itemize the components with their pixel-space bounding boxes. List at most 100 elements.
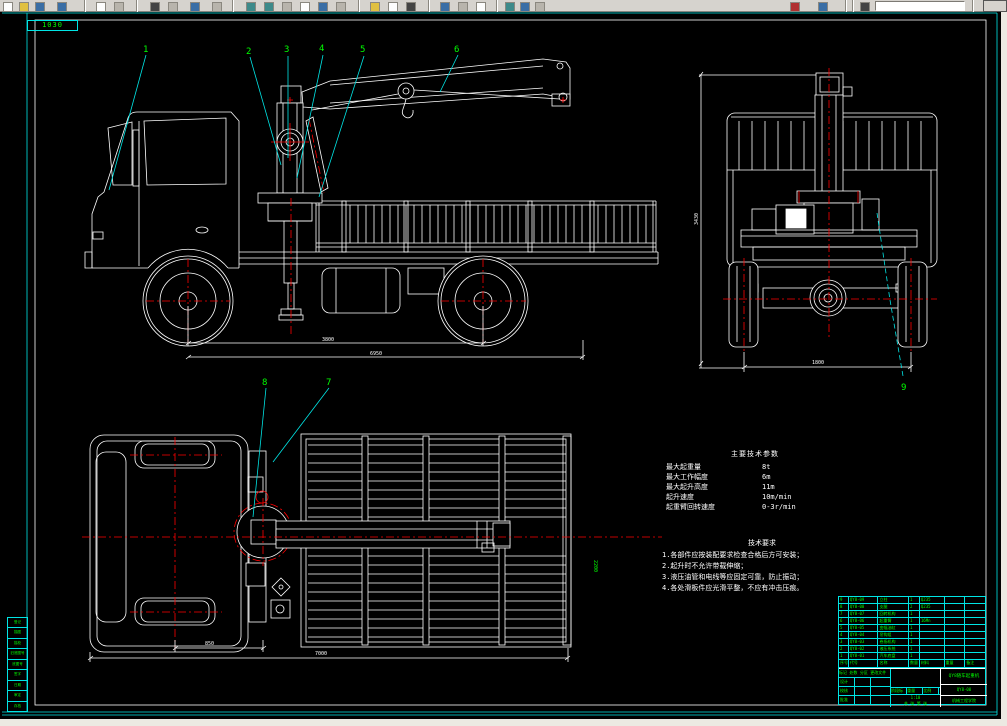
zoom-realtime-icon[interactable] (300, 2, 310, 12)
redo-icon[interactable] (264, 2, 274, 12)
linetype-icon[interactable] (388, 2, 398, 12)
part-label-6: 6 (454, 45, 459, 55)
bom-code: QY8-09 (849, 597, 879, 603)
parameter-row: 最大起升高度 11m (666, 482, 844, 492)
toolbar-separator (972, 0, 974, 12)
layer-combobox[interactable] (875, 1, 965, 11)
signature-label: 校核 (839, 687, 855, 695)
product-name: QY8随车起重机 (941, 669, 987, 685)
color-icon[interactable] (406, 2, 416, 12)
designcenter-icon[interactable] (458, 2, 468, 12)
bom-row: 9 QY8-09 立柱 1 Q235 (839, 597, 985, 604)
bom-header-cell: 名称 (878, 660, 910, 667)
binding-row: 日期 (8, 681, 27, 692)
stage-label: 比例 (923, 688, 940, 694)
signature-cell (855, 696, 871, 704)
parameter-value: 6m (762, 473, 771, 481)
bom-material (920, 632, 945, 638)
bom-name: 卷扬机构 (878, 639, 910, 645)
organization-name: 机械工程学院 (952, 698, 976, 703)
partial-toolbar-button[interactable] (983, 0, 1007, 12)
tool-palettes-icon[interactable] (476, 2, 486, 12)
bom-header-cell: 序号 (840, 660, 849, 667)
bom-code: QY8-01 (849, 653, 879, 659)
toolbar-separator (358, 0, 360, 12)
bom-name: 支腿 (878, 604, 910, 610)
window-edge-right (1001, 0, 1007, 726)
bom-row: 6 QY8-06 起重臂 1 16Mn (839, 618, 985, 625)
parameter-value: 8t (762, 463, 771, 471)
properties-icon[interactable] (440, 2, 450, 12)
bom-row: 4 QY8-04 吊钩组 1 (839, 632, 985, 639)
parameter-label: 最大起升高度 (666, 483, 708, 491)
bom-row: 5 QY8-05 变幅油缸 1 (839, 625, 985, 632)
bom-name: 立柱 (878, 597, 910, 603)
sheet-zone-label: 1030 (42, 21, 63, 29)
toolbar-separator (84, 0, 86, 12)
sheet-zone-label-box: 1030 (27, 20, 78, 31)
parameter-label: 最大起重量 (666, 463, 701, 471)
layers-icon[interactable] (370, 2, 380, 12)
undo-icon[interactable] (246, 2, 256, 12)
zoom-previous-icon[interactable] (336, 2, 346, 12)
pan-icon[interactable] (282, 2, 292, 12)
help-icon[interactable] (818, 2, 828, 12)
side-view: 3800 6950 1 2 3 4 5 6 (84, 44, 659, 360)
dim-side-wheelbase: 3800 (322, 337, 334, 343)
dimension-icon[interactable] (535, 2, 545, 12)
preview-icon[interactable] (96, 2, 106, 12)
paste-icon[interactable] (190, 2, 200, 12)
bom-header-cell: 备注 (966, 660, 975, 665)
bom-name: 吊钩组 (878, 632, 910, 638)
bom-no: 2 (839, 646, 849, 652)
bom-remark (965, 653, 985, 659)
zoom-window-icon[interactable] (318, 2, 328, 12)
requirement-item: 4.各处滑板件应光滑平整，不应有冲击压痕。 (662, 584, 804, 592)
dim-side-overall: 6950 (370, 351, 382, 357)
text-icon[interactable] (520, 2, 530, 12)
binding-row: 底图号 (8, 660, 27, 671)
requirement-item: 1.各部件应按装配要求检查合格后方可安装； (662, 551, 804, 559)
toolbar-separator (232, 0, 234, 12)
measure-icon[interactable] (505, 2, 515, 12)
bom-material: 16Mn (920, 618, 945, 624)
layer-state-icon[interactable] (860, 2, 870, 12)
binding-row: 审定 (8, 691, 27, 702)
bom-name: 回转机构 (878, 611, 910, 617)
bom-no: 7 (839, 611, 849, 617)
bom-qty: 2 (909, 604, 920, 610)
print-icon[interactable] (57, 2, 67, 12)
bom-remark (965, 646, 985, 652)
signature-label: 标记 处数 分区 更改文件号 签名 年月日 (839, 670, 887, 675)
dim-top-cab: 850 (205, 641, 214, 647)
bom-no: 1 (839, 653, 849, 659)
save-icon[interactable] (35, 2, 45, 12)
bom-row: 1 QY8-01 汽车底盘 1 (839, 653, 985, 660)
spell-icon[interactable] (114, 2, 124, 12)
bom-qty: 1 (909, 632, 920, 638)
signature-cell (855, 678, 871, 686)
bom-material (920, 646, 945, 652)
bom-name: 汽车底盘 (878, 653, 910, 659)
cut-icon[interactable] (150, 2, 160, 12)
part-label-7: 7 (326, 378, 331, 388)
bom-material: Q235 (920, 604, 945, 610)
match-icon[interactable] (212, 2, 222, 12)
bom-qty: 1 (909, 618, 920, 624)
bom-header: 序号 代号 名称 数量 材料 重量 备注 (839, 660, 985, 668)
title-block: 标记 处数 分区 更改文件号 签名 年月日 设计 校核 批准 阶段标记重量比例 … (839, 668, 987, 707)
bom-name: 液压系统 (878, 646, 910, 652)
close-icon[interactable] (790, 2, 800, 12)
sheet-note: 共 张 第 张 (903, 701, 928, 706)
toolbar-separator (496, 0, 498, 12)
toolbar (0, 0, 1007, 12)
open-icon[interactable] (19, 2, 29, 12)
requirement-item: 3.液压油管和电线等应固定可靠，防止振动； (662, 573, 804, 581)
parameter-value: 0-3r/min (762, 503, 796, 511)
bom-qty: 1 (909, 611, 920, 617)
new-icon[interactable] (3, 2, 13, 12)
toolbar-separator (845, 0, 847, 12)
part-label-8: 8 (262, 378, 267, 388)
toolbar-separator (136, 0, 138, 12)
copy-icon[interactable] (168, 2, 178, 12)
